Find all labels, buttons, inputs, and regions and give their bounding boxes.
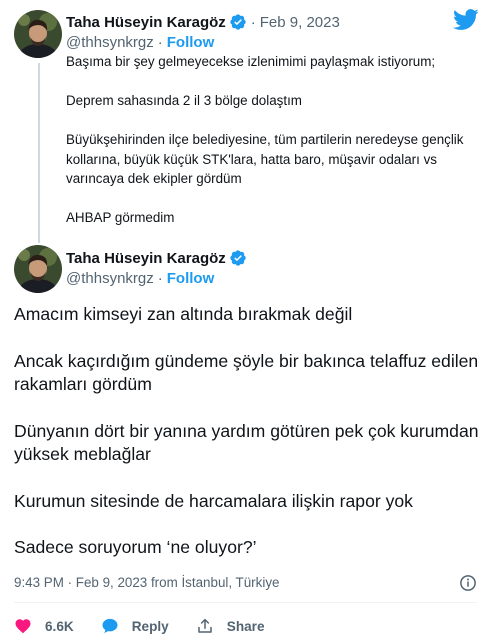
heart-icon <box>15 619 31 634</box>
tweet-paragraph: Deprem sahasında 2 il 3 bölge dolaştım <box>66 93 302 109</box>
like-button[interactable]: 6.6K <box>14 617 74 635</box>
like-count: 6.6K <box>45 618 74 634</box>
tweet-paragraph: AHBAP görmedim <box>66 210 175 226</box>
tweet-header: Taha Hüseyin Karagöz · Feb 9, 2023 @thhs… <box>66 12 340 52</box>
tweet-paragraph: Başıma bir şey gelmeyecekse izlenimimi p… <box>66 54 436 69</box>
tweet-paragraph: Büyükşehirinden ilçe belediyesine, tüm p… <box>66 132 464 186</box>
verified-badge-icon <box>230 14 246 30</box>
main-tweet-text: Amacım kimseyi zan altında bırakmak deği… <box>14 303 484 560</box>
reply-bubble-icon <box>102 618 118 634</box>
avatar[interactable] <box>14 245 62 293</box>
share-label: Share <box>226 618 265 634</box>
handle-separator: · <box>157 269 163 287</box>
verified-badge-icon <box>230 250 246 266</box>
tweet-paragraph: Kurumun sitesinde de harcamalara ilişkin… <box>14 490 413 511</box>
tweet-paragraph: Amacım kimseyi zan altında bırakmak deği… <box>14 304 353 324</box>
reply-label: Reply <box>131 618 169 634</box>
tweet-date[interactable]: Feb 9, 2023 <box>260 14 340 31</box>
twitter-bird-icon[interactable] <box>453 9 479 31</box>
tweet-paragraph: Sadece soruyorum ‘ne oluyor?’ <box>14 537 257 557</box>
share-icon <box>198 618 212 633</box>
first-tweet-text: Başıma bir şey gelmeyecekse izlenimimi p… <box>66 52 481 227</box>
author-handle[interactable]: @thhsynkrgz <box>66 34 154 51</box>
tweet-timestamp[interactable]: 9:43 PM · Feb 9, 2023 from İstanbul, Tür… <box>14 575 434 590</box>
author-name[interactable]: Taha Hüseyin Karagöz <box>66 250 226 267</box>
tweet-embed: Taha Hüseyin Karagöz · Feb 9, 2023 @thhs… <box>0 0 491 639</box>
share-button[interactable]: Share <box>196 617 265 635</box>
author-handle[interactable]: @thhsynkrgz <box>66 270 154 287</box>
thread-connector-line <box>38 63 40 243</box>
handle-row: @thhsynkrgz · Follow <box>66 268 247 288</box>
tweet-actions: 6.6K Reply Share <box>14 616 292 636</box>
follow-button[interactable]: Follow <box>167 34 215 51</box>
author-name[interactable]: Taha Hüseyin Karagöz <box>66 14 226 31</box>
tweet-paragraph: Dünyanın dört bir yanına yardım götüren … <box>14 420 479 465</box>
tweet-paragraph: Ancak kaçırdığım gündeme şöyle bir bakın… <box>14 350 479 395</box>
handle-separator: · <box>157 33 163 51</box>
header-separator: · <box>250 13 256 31</box>
divider <box>14 602 477 603</box>
avatar[interactable] <box>14 10 62 58</box>
reply-button[interactable]: Reply <box>101 617 169 635</box>
follow-button[interactable]: Follow <box>167 270 215 287</box>
info-icon[interactable] <box>459 574 477 592</box>
tweet-header: Taha Hüseyin Karagöz @thhsynkrgz · Follo… <box>66 248 247 288</box>
handle-row: @thhsynkrgz · Follow <box>66 32 340 52</box>
name-row: Taha Hüseyin Karagöz · Feb 9, 2023 <box>66 12 340 32</box>
name-row: Taha Hüseyin Karagöz <box>66 248 247 268</box>
